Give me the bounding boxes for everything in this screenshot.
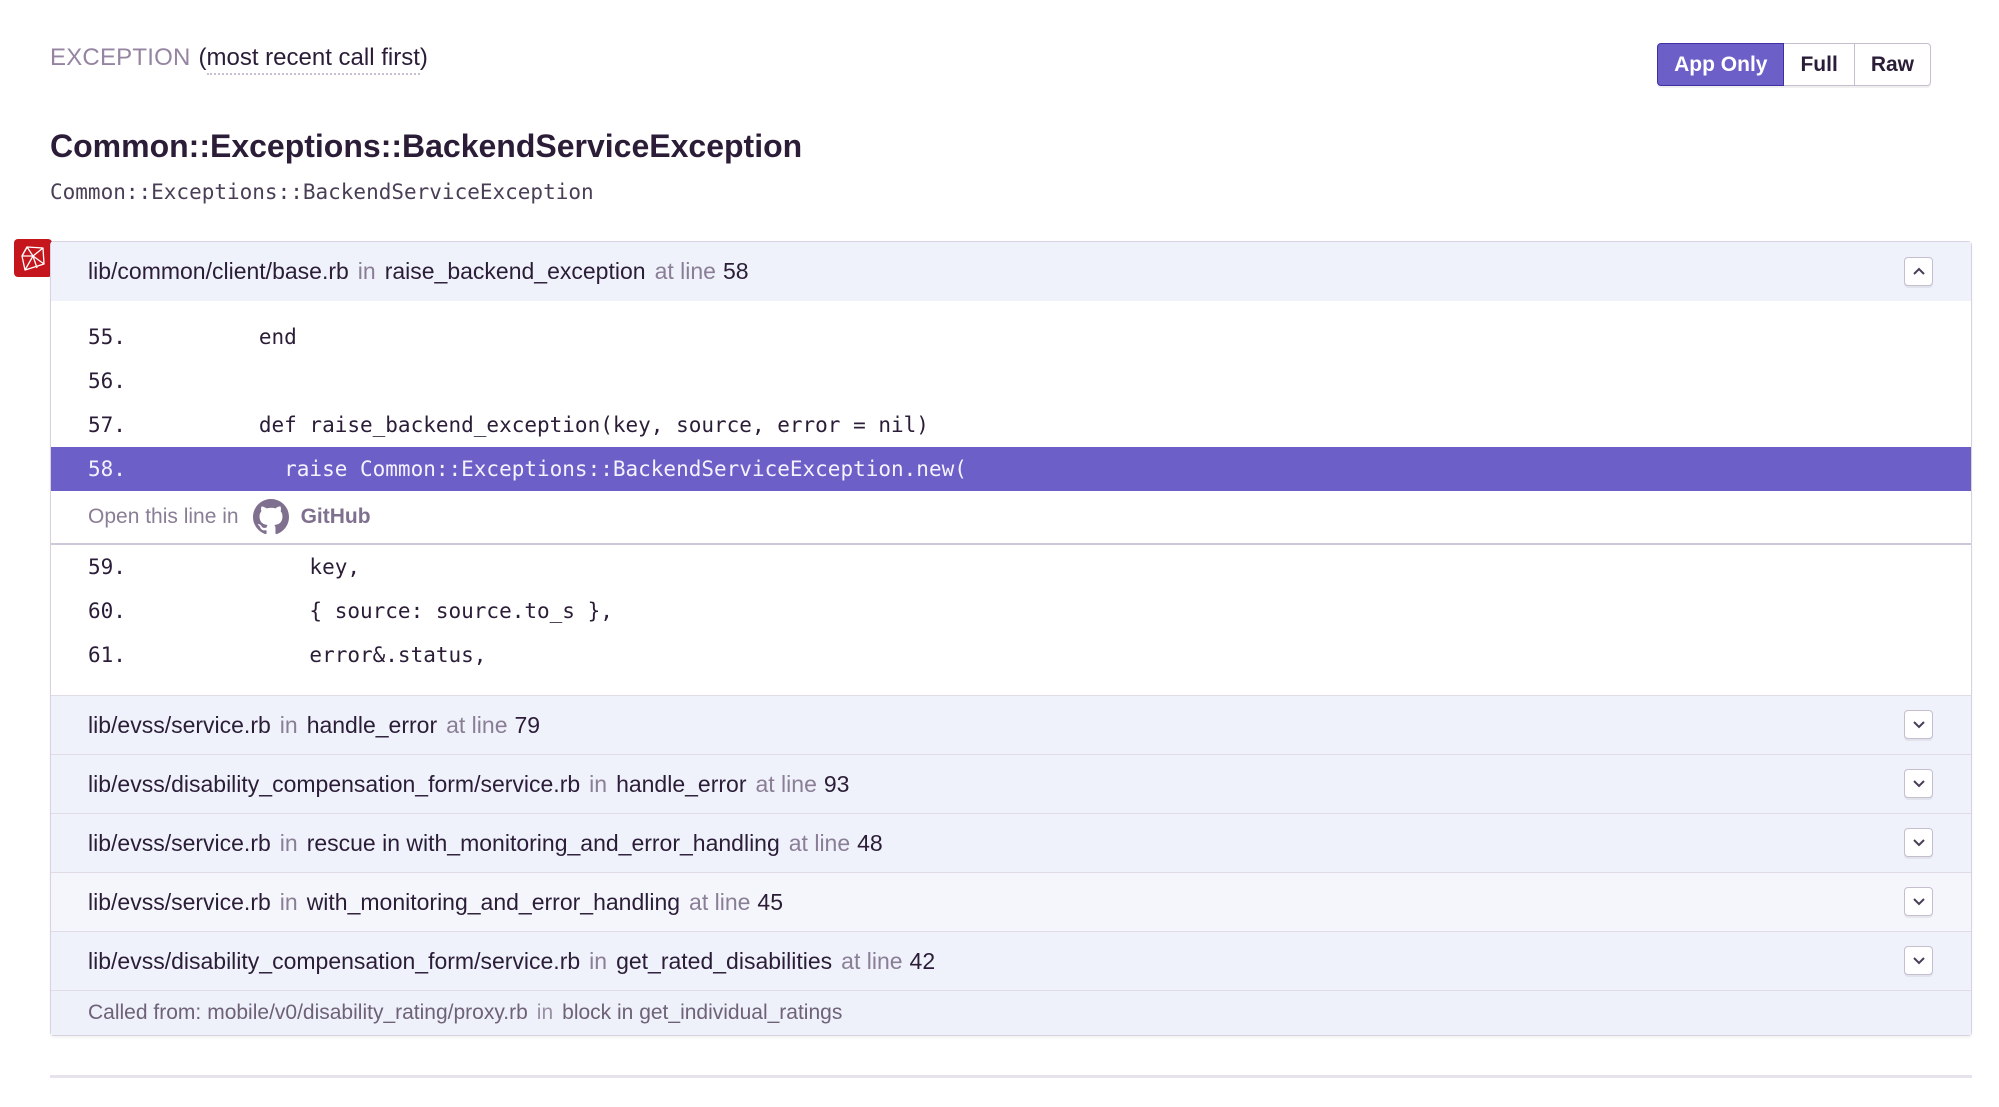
frame-file: lib/common/client/base.rb [88,258,349,284]
frame-file: lib/evss/disability_compensation_form/se… [88,770,581,797]
called-from-file: mobile/v0/disability_rating/proxy.rb [207,1001,528,1024]
frame-line: 42 [909,947,936,974]
app-only-button[interactable]: App Only [1657,43,1785,86]
expand-frame-button[interactable] [1904,769,1933,798]
chevron-down-icon [1912,720,1925,728]
collapse-frame-button[interactable] [1904,256,1933,286]
exception-header: EXCEPTION (most recent call first) [50,44,428,80]
frame-header[interactable]: lib/evss/service.rb in with_monitoring_a… [51,872,1971,931]
frame-function: get_rated_disabilities [616,947,833,974]
frame-line: 48 [857,829,883,856]
section-divider [50,1075,1972,1078]
frame-line: 45 [757,888,784,915]
code-line: 61. error&.status, [88,643,487,667]
code-line: 55. end [88,325,297,349]
ruby-icon [14,239,52,277]
active-code-line: 58. raise Common::Exceptions::BackendSer… [51,447,1971,491]
frame-function: handle_error [616,770,747,797]
frame-function: with_monitoring_and_error_handling [306,888,681,915]
frame-function: rescue in with_monitoring_and_error_hand… [306,829,780,856]
code-line: 60. { source: source.to_s }, [88,599,613,623]
exception-label: EXCEPTION [50,44,191,71]
open-in-source: Open this line in GitHub [51,491,1971,543]
stacktrace-view-toggle: App Only Full Raw [1657,43,1931,86]
frame-file: lib/evss/service.rb [88,711,271,738]
frame-header[interactable]: lib/evss/disability_compensation_form/se… [51,931,1971,990]
open-in-github-link[interactable]: GitHub [252,499,371,535]
github-icon [252,499,289,535]
frame-file: lib/evss/service.rb [88,829,271,856]
frame-line: 93 [823,770,850,797]
frame-header[interactable]: lib/evss/service.rb in handle_error at l… [51,695,1971,754]
expand-frame-button[interactable] [1904,710,1933,739]
chevron-down-icon [1912,779,1925,787]
chevron-down-icon [1912,897,1925,905]
frame-header[interactable]: lib/common/client/base.rb in raise_backe… [51,242,1971,301]
frame-file: lib/evss/disability_compensation_form/se… [88,947,581,974]
frame-line: 58 [722,258,749,284]
code-line: 57. def raise_backend_exception(key, sou… [88,413,929,437]
stacktrace: lib/common/client/base.rb in raise_backe… [50,241,1972,1036]
code-line: 59. key, [88,555,361,579]
frame-function: handle_error [306,711,438,738]
frame-header[interactable]: lib/evss/disability_compensation_form/se… [51,754,1971,813]
called-from: Called from: mobile/v0/disability_rating… [51,990,1971,1035]
exception-type: Common::Exceptions::BackendServiceExcept… [50,180,594,204]
full-button[interactable]: Full [1784,43,1855,86]
expand-frame-button[interactable] [1904,828,1933,857]
chevron-up-icon [1912,267,1925,275]
exception-title: Common::Exceptions::BackendServiceExcept… [50,128,803,164]
code-line: 56. [88,369,126,393]
expand-frame-button[interactable] [1904,887,1933,916]
code-context: 55. end 56. 57. def raise_backend_except… [51,301,1971,501]
frame-function: raise_backend_exception [384,258,646,284]
call-order-hint: (most recent call first) [199,44,428,75]
chevron-down-icon [1912,956,1925,964]
expand-frame-button[interactable] [1904,946,1933,975]
called-from-function: block in get_individual_ratings [562,1001,843,1024]
code-context-after: 59. key, 60. { source: source.to_s }, 61… [51,543,1971,695]
frame-file: lib/evss/service.rb [88,888,271,915]
raw-button[interactable]: Raw [1854,43,1931,86]
frame-line: 79 [514,711,541,738]
frame-header[interactable]: lib/evss/service.rb in rescue in with_mo… [51,813,1971,872]
call-order-text[interactable]: most recent call first [206,44,420,75]
chevron-down-icon [1912,838,1925,846]
